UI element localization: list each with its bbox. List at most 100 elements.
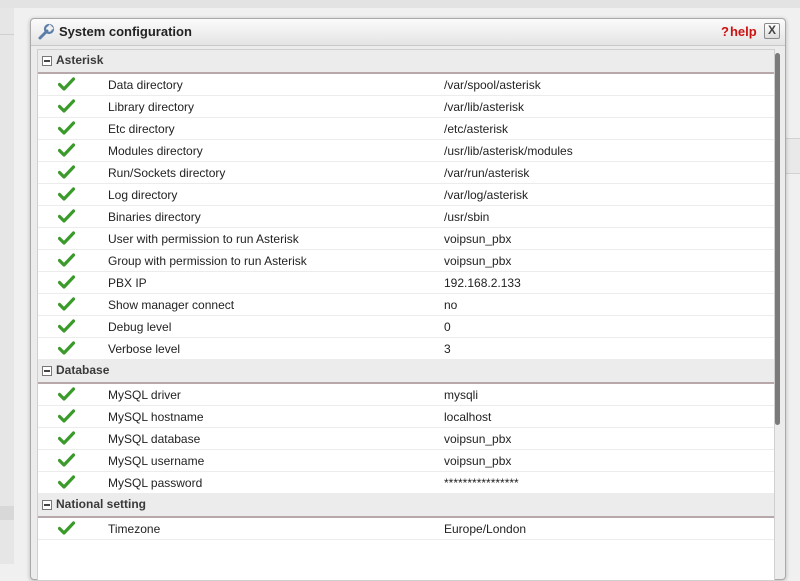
check-icon [58,387,75,401]
config-value: 0 [444,320,451,334]
help-link[interactable]: ?help [721,24,757,39]
config-label: PBX IP [108,276,147,290]
config-value: /var/spool/asterisk [444,78,541,92]
config-label: User with permission to run Asterisk [108,232,299,246]
background-left-panel [0,8,14,564]
background-divider [0,34,14,35]
config-label: Debug level [108,320,172,334]
config-label: Show manager connect [108,298,235,312]
config-value: **************** [444,476,519,490]
check-icon [58,409,75,423]
config-value: localhost [444,410,492,424]
config-row: MySQL username voipsun_pbx [38,450,774,472]
config-label: MySQL driver [108,388,181,402]
background-right-panel [786,138,800,174]
section-header-national-setting: National setting [38,494,774,518]
config-label: Modules directory [108,144,203,158]
section-header-database: Database [38,360,774,384]
config-row: PBX IP 192.168.2.133 [38,272,774,294]
config-label: Etc directory [108,122,175,136]
config-row: User with permission to run Asterisk voip… [38,228,774,250]
config-value: /var/lib/asterisk [444,100,525,114]
section-rows-national-setting: Timezone Europe/London [38,518,774,540]
config-row: Verbose level 3 [38,338,774,360]
config-label: Verbose level [108,342,181,356]
dialog-titlebar[interactable]: System configuration ?help X [31,19,785,46]
config-label: Binaries directory [108,210,201,224]
config-row: Group with permission to run Asterisk voi… [38,250,774,272]
config-value: 192.168.2.133 [444,276,521,290]
config-row: Log directory/var/log/asterisk [38,184,774,206]
config-label: Log directory [108,188,178,202]
config-value: /var/run/asterisk [444,166,530,180]
config-value: Europe/London [444,522,527,536]
config-value: /usr/sbin [444,210,490,224]
config-row: Library directory/var/lib/asterisk [38,96,774,118]
section-title: Database [56,363,110,377]
config-value: voipsun_pbx [444,254,512,268]
dialog-title: System configuration [59,24,192,39]
background-divider [0,506,14,520]
config-value: mysqli [444,388,479,402]
config-label: Data directory [108,78,183,92]
config-row: MySQL database voipsun_pbx [38,428,774,450]
check-icon [58,77,75,91]
help-icon: ? [721,24,729,39]
collapse-icon[interactable] [42,366,52,376]
wrench-icon [38,23,55,40]
config-row: MySQL password **************** [38,472,774,494]
config-row: Run/Sockets directory/var/run/asterisk [38,162,774,184]
check-icon [58,165,75,179]
check-icon [58,297,75,311]
check-icon [58,121,75,135]
config-row: Debug level 0 [38,316,774,338]
section-rows-asterisk: Data directory/var/spool/asterisk Library… [38,74,774,360]
check-icon [58,341,75,355]
section-title: National setting [56,497,147,511]
config-label: Timezone [108,522,161,536]
config-label: Library directory [108,100,195,114]
check-icon [58,521,75,535]
help-label: help [729,24,757,39]
section-rows-database: MySQL driver mysqli MySQL hostname localhos… [38,384,774,494]
collapse-icon[interactable] [42,56,52,66]
config-value: voipsun_pbx [444,454,512,468]
config-label: MySQL hostname [108,410,204,424]
config-row: Show manager connect no [38,294,774,316]
configuration-content: Asterisk Data directory/var/spool/asteri… [37,49,775,581]
config-row: MySQL hostname localhost [38,406,774,428]
config-row: Modules directory/usr/lib/asterisk/modul… [38,140,774,162]
config-label: Run/Sockets directory [108,166,226,180]
section-header-asterisk: Asterisk [38,50,774,74]
check-icon [58,275,75,289]
config-value: 3 [444,342,451,356]
config-value: voipsun_pbx [444,232,512,246]
check-icon [58,319,75,333]
vertical-scrollbar[interactable] [775,49,781,579]
config-label: MySQL username [108,454,205,468]
check-icon [58,431,75,445]
check-icon [58,187,75,201]
background-top-strip [0,0,800,8]
collapse-icon[interactable] [42,500,52,510]
section-title: Asterisk [56,53,104,67]
config-label: MySQL password [108,476,203,490]
check-icon [58,99,75,113]
config-row: Etc directory/etc/asterisk [38,118,774,140]
config-value: /usr/lib/asterisk/modules [444,144,573,158]
check-icon [58,143,75,157]
scrollbar-thumb[interactable] [775,53,780,425]
check-icon [58,209,75,223]
config-label: MySQL database [108,432,201,446]
config-row: Timezone Europe/London [38,518,774,540]
config-label: Group with permission to run Asterisk [108,254,307,268]
check-icon [58,475,75,489]
config-row: Binaries directory/usr/sbin [38,206,774,228]
config-row: MySQL driver mysqli [38,384,774,406]
check-icon [58,253,75,267]
system-configuration-dialog: System configuration ?help X Asterisk Da… [30,18,786,581]
check-icon [58,453,75,467]
config-row: Data directory/var/spool/asterisk [38,74,774,96]
config-value: /etc/asterisk [444,122,509,136]
close-button[interactable]: X [764,23,780,39]
